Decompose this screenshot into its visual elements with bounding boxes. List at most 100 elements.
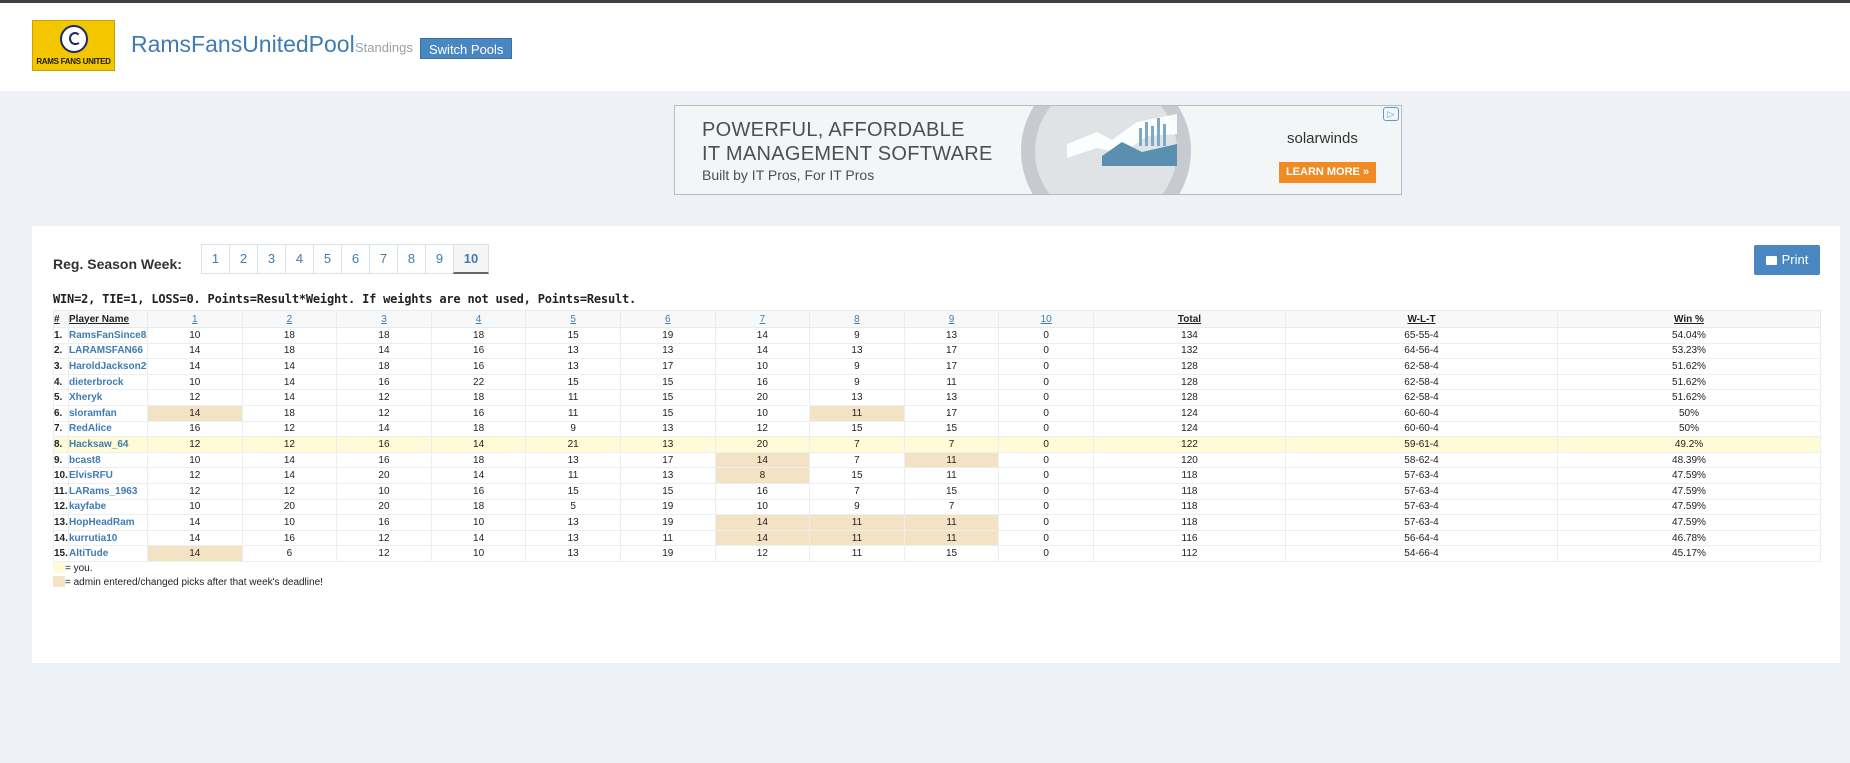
week-5-tab[interactable]: 5	[313, 244, 342, 274]
week-4-points: 18	[430, 389, 527, 406]
week-4-header[interactable]: 4	[430, 310, 527, 328]
switch-pools-button[interactable]: Switch Pools	[420, 38, 513, 59]
week-7-points: 16	[714, 482, 811, 500]
week-5-points: 13	[525, 358, 621, 375]
rank-cell: 10.	[53, 467, 69, 484]
player-name-link[interactable]: kurrutia10	[68, 529, 148, 547]
total-cell: 118	[1093, 467, 1286, 484]
week-1-points: 12	[147, 467, 243, 484]
week-6-tab[interactable]: 6	[341, 244, 370, 274]
week-8-header-label: 8	[854, 313, 860, 325]
week-7-points: 10	[714, 404, 811, 422]
week-5-points: 15	[525, 482, 621, 500]
week-8-points: 13	[809, 389, 905, 406]
table-row: 15. AltiTude 14 6 12 10 13 19 12 11 15 0 112 54-66-4 4…	[53, 545, 1821, 562]
week-9-points: 11	[903, 529, 1000, 547]
week-2-header[interactable]: 2	[241, 310, 338, 328]
total-cell: 124	[1093, 404, 1286, 422]
week-6-points: 19	[619, 514, 716, 531]
week-10-tab[interactable]: 10	[453, 244, 489, 274]
standings-panel: Reg. Season Week: 1 2 3 4 5 6 7 8 9 10 Print WIN=…	[32, 226, 1840, 663]
week-8-tab[interactable]: 8	[397, 244, 426, 274]
week-6-header[interactable]: 6	[619, 310, 716, 328]
week-5-header[interactable]: 5	[525, 310, 621, 328]
player-name-link[interactable]: RedAlice	[68, 420, 148, 438]
player-name-link[interactable]: dieterbrock	[68, 373, 148, 391]
week-8-points: 7	[809, 451, 905, 469]
week-9-header[interactable]: 9	[903, 310, 1000, 328]
week-3-tab[interactable]: 3	[257, 244, 286, 274]
wlt-cell: 62-58-4	[1285, 358, 1558, 375]
week-3-points: 18	[336, 358, 432, 375]
total-cell: 124	[1093, 420, 1286, 438]
week-10-points: 0	[998, 482, 1094, 500]
week-7-tab[interactable]: 7	[369, 244, 398, 274]
week-8-points: 15	[809, 420, 905, 438]
win-pct-cell: 54.04%	[1557, 327, 1821, 344]
player-name-link[interactable]: ElvisRFU	[68, 467, 148, 484]
week-7-points: 12	[714, 420, 811, 438]
total-header: Total	[1093, 310, 1286, 328]
player-name-link[interactable]: Xheryk	[68, 389, 148, 406]
printer-icon	[1765, 256, 1777, 265]
rams-fans-united-logo[interactable]: RAMS FANS UNITED	[32, 20, 115, 71]
week-1-points: 10	[147, 327, 243, 344]
week-7-header[interactable]: 7	[714, 310, 811, 328]
win-pct-header: Win %	[1557, 310, 1821, 328]
player-name-link[interactable]: LARAMSFAN66	[68, 342, 148, 360]
week-4-points: 14	[430, 467, 527, 484]
win-pct-cell: 51.62%	[1557, 358, 1821, 375]
logo-text: RAMS FANS UNITED	[36, 57, 111, 66]
player-name-link[interactable]: LARams_1963	[68, 482, 148, 500]
wlt-cell: 57-63-4	[1285, 498, 1558, 516]
table-row: 11. LARams_1963 12 12 10 16 15 15 16 7 15 0 118 57-63…	[53, 482, 1821, 500]
week-8-points: 13	[809, 342, 905, 360]
player-name-link[interactable]: Hacksaw_64	[68, 436, 148, 453]
player-name-link[interactable]: sloramfan	[68, 404, 148, 422]
table-row: 14. kurrutia10 14 16 12 14 13 11 14 11 11 0 116 56-64…	[53, 529, 1821, 547]
week-9-header-label: 9	[948, 313, 955, 325]
table-row: 6. sloramfan 14 18 12 16 11 15 10 11 17 0 124 60-60-4…	[53, 404, 1821, 422]
week-8-points: 9	[809, 327, 905, 344]
player-name-link[interactable]: RamsFanSince82	[68, 327, 148, 344]
ad-learn-more-button[interactable]: LEARN MORE »	[1279, 162, 1376, 183]
page-subtitle: Standings	[355, 40, 413, 55]
week-1-tab[interactable]: 1	[201, 244, 230, 274]
adchoices-icon[interactable]: ▷	[1383, 107, 1399, 121]
win-pct-cell: 45.17%	[1557, 545, 1821, 562]
player-name-link[interactable]: HopHeadRam	[68, 514, 148, 531]
week-9-tab[interactable]: 9	[425, 244, 454, 274]
week-9-points: 15	[903, 545, 1000, 562]
ad-headline-1: POWERFUL, AFFORDABLE	[702, 119, 965, 141]
week-5-points: 21	[525, 436, 621, 453]
week-2-points: 20	[241, 498, 338, 516]
advertisement-banner[interactable]: POWERFUL, AFFORDABLE IT MANAGEMENT SOFTW…	[674, 105, 1402, 195]
week-1-header[interactable]: 1	[147, 310, 243, 328]
print-button[interactable]: Print	[1754, 245, 1820, 275]
player-name-link[interactable]: kayfabe	[68, 498, 148, 516]
week-9-points: 7	[903, 436, 1000, 453]
wlt-cell: 60-60-4	[1285, 404, 1558, 422]
total-cell: 128	[1093, 389, 1286, 406]
win-pct-cell: 47.59%	[1557, 514, 1821, 531]
week-3-points: 12	[336, 545, 432, 562]
player-name-link[interactable]: AltiTude	[68, 545, 148, 562]
week-3-points: 12	[336, 389, 432, 406]
week-7-points: 14	[714, 451, 811, 469]
week-1-points: 14	[147, 514, 243, 531]
week-3-header[interactable]: 3	[336, 310, 432, 328]
week-8-header[interactable]: 8	[809, 310, 905, 328]
week-4-tab[interactable]: 4	[285, 244, 314, 274]
wlt-cell: 58-62-4	[1285, 451, 1558, 469]
week-2-tab[interactable]: 2	[229, 244, 258, 274]
week-6-points: 13	[619, 436, 716, 453]
week-10-header[interactable]: 10	[998, 310, 1094, 328]
player-name-link[interactable]: bcast8	[68, 451, 148, 469]
wlt-cell: 56-64-4	[1285, 529, 1558, 547]
pool-title[interactable]: RamsFansUnitedPool	[131, 31, 355, 58]
player-name-link[interactable]: HaroldJackson29	[68, 358, 148, 375]
week-10-points: 0	[998, 358, 1094, 375]
table-row: 13. HopHeadRam 14 10 16 10 13 19 14 11 11 0 118 57-63…	[53, 514, 1821, 531]
week-9-points: 11	[903, 514, 1000, 531]
wlt-cell: 57-63-4	[1285, 482, 1558, 500]
